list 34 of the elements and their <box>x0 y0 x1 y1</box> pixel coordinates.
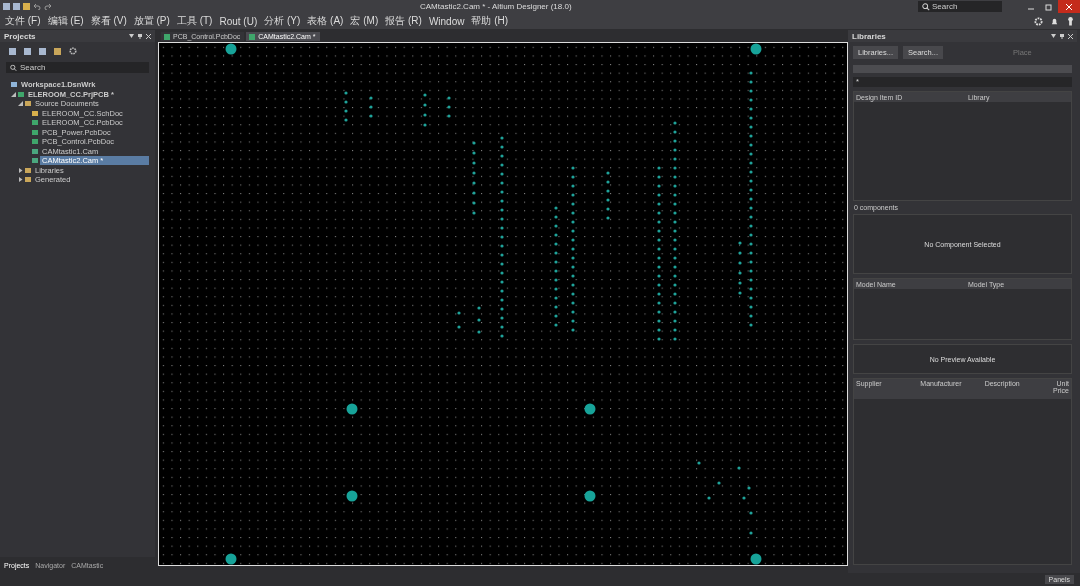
undo-icon[interactable] <box>33 3 41 10</box>
pin-icon[interactable] <box>138 33 142 39</box>
expand-toggle-icon[interactable] <box>18 167 23 173</box>
dropdown-arrow-icon[interactable] <box>1051 34 1056 38</box>
menu-item[interactable]: 文件 (F) <box>5 14 41 28</box>
menu-item[interactable]: Window <box>428 15 465 27</box>
expand-toggle-icon[interactable] <box>18 177 23 183</box>
search-field[interactable]: Search <box>918 1 1002 12</box>
redo-icon[interactable] <box>44 3 52 10</box>
restore-icon[interactable] <box>1045 2 1053 11</box>
menu-item[interactable]: 放置 (P) <box>133 14 170 28</box>
bell-icon[interactable] <box>1050 16 1059 26</box>
dropdown-arrow-icon[interactable] <box>129 34 134 38</box>
close-icon[interactable] <box>1068 33 1073 39</box>
settings-icon[interactable] <box>1034 16 1043 26</box>
expand-toggle-icon[interactable] <box>11 91 16 97</box>
window-title: CAMtastic2.Cam * - Altium Designer (18.0) <box>420 2 572 11</box>
menu-item[interactable]: 报告 (R) <box>385 14 422 28</box>
user-icon[interactable] <box>1066 16 1075 26</box>
settings-icon[interactable] <box>69 47 77 55</box>
close-icon[interactable] <box>146 33 151 39</box>
menu-item[interactable]: 分析 (Y) <box>264 14 301 28</box>
expand-toggle-icon[interactable] <box>18 101 23 107</box>
search-field[interactable]: Search <box>6 62 149 73</box>
menu-item[interactable]: 编辑 (E) <box>47 14 84 28</box>
menu-item[interactable]: 察看 (V) <box>90 14 127 28</box>
menu-item[interactable]: 宏 (M) <box>350 14 379 28</box>
menu-item[interactable]: Rout (U) <box>219 15 258 27</box>
menu-item[interactable]: 帮助 (H) <box>471 14 509 28</box>
panel-title: Libraries <box>852 31 886 41</box>
panel-title: Projects <box>4 31 36 41</box>
menu-item[interactable]: 工具 (T) <box>176 14 213 28</box>
menu-item[interactable]: 表格 (A) <box>307 14 344 28</box>
pin-icon[interactable] <box>1060 33 1064 39</box>
